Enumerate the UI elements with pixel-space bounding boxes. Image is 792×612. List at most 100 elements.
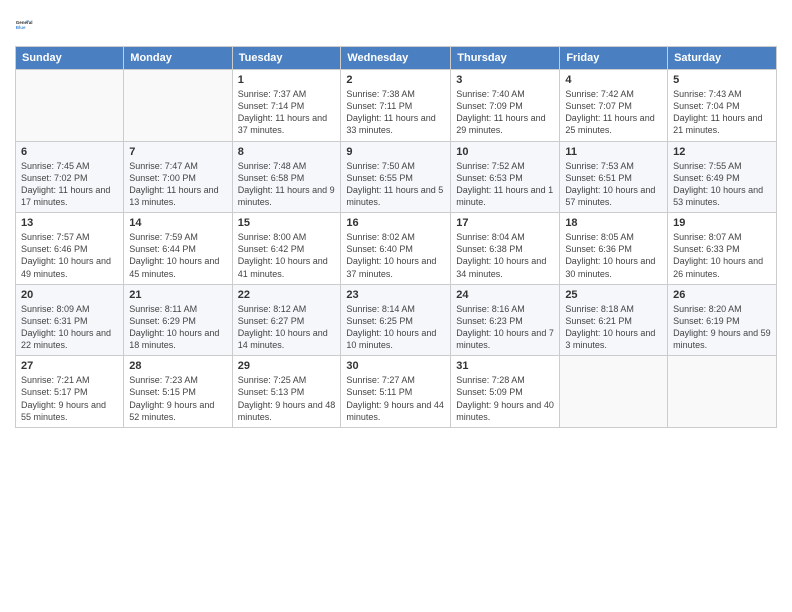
day-info: Sunrise: 7:42 AMSunset: 7:07 PMDaylight:… <box>565 88 662 137</box>
col-header-monday: Monday <box>124 47 232 70</box>
header: General Blue <box>15 10 777 38</box>
day-cell: 20 Sunrise: 8:09 AMSunset: 6:31 PMDayligh… <box>16 284 124 356</box>
day-cell: 30 Sunrise: 7:27 AMSunset: 5:11 PMDayligh… <box>341 356 451 428</box>
day-cell: 10Sunrise: 7:52 AMSunset: 6:53 PMDayligh… <box>451 141 560 213</box>
day-number: 5 <box>673 74 771 86</box>
day-info: Sunrise: 8:12 AMSunset: 6:27 PMDaylight:… <box>238 303 336 352</box>
day-cell: 16 Sunrise: 8:02 AMSunset: 6:40 PMDayligh… <box>341 213 451 285</box>
day-cell <box>668 356 777 428</box>
day-number: 26 <box>673 289 771 301</box>
col-header-sunday: Sunday <box>16 47 124 70</box>
day-info: Sunrise: 8:18 AMSunset: 6:21 PMDaylight:… <box>565 303 662 352</box>
day-cell: 15 Sunrise: 8:00 AMSunset: 6:42 PMDayligh… <box>232 213 341 285</box>
day-number: 14 <box>129 217 226 229</box>
day-number: 25 <box>565 289 662 301</box>
day-number: 11 <box>565 146 662 158</box>
day-number: 23 <box>346 289 445 301</box>
day-cell: 7 Sunrise: 7:47 AMSunset: 7:00 PMDaylight… <box>124 141 232 213</box>
day-cell: 26Sunrise: 8:20 AMSunset: 6:19 PMDayligh… <box>668 284 777 356</box>
day-info: Sunrise: 7:55 AMSunset: 6:49 PMDaylight:… <box>673 160 771 209</box>
day-cell: 25 Sunrise: 8:18 AMSunset: 6:21 PMDayligh… <box>560 284 668 356</box>
day-number: 27 <box>21 360 118 372</box>
day-info: Sunrise: 7:50 AMSunset: 6:55 PMDaylight:… <box>346 160 445 209</box>
day-cell <box>16 70 124 142</box>
day-number: 2 <box>346 74 445 86</box>
day-cell: 2Sunrise: 7:38 AMSunset: 7:11 PMDaylight… <box>341 70 451 142</box>
col-header-thursday: Thursday <box>451 47 560 70</box>
day-cell: 31Sunrise: 7:28 AMSunset: 5:09 PMDayligh… <box>451 356 560 428</box>
day-info: Sunrise: 7:57 AMSunset: 6:46 PMDaylight:… <box>21 231 118 280</box>
day-info: Sunrise: 8:09 AMSunset: 6:31 PMDaylight:… <box>21 303 118 352</box>
svg-text:Blue: Blue <box>16 25 26 30</box>
col-header-tuesday: Tuesday <box>232 47 341 70</box>
day-number: 18 <box>565 217 662 229</box>
day-info: Sunrise: 7:25 AMSunset: 5:13 PMDaylight:… <box>238 374 336 423</box>
day-cell <box>560 356 668 428</box>
day-cell: 29 Sunrise: 7:25 AMSunset: 5:13 PMDayligh… <box>232 356 341 428</box>
week-row-3: 13 Sunrise: 7:57 AMSunset: 6:46 PMDayligh… <box>16 213 777 285</box>
day-info: Sunrise: 7:28 AMSunset: 5:09 PMDaylight:… <box>456 374 554 423</box>
day-number: 4 <box>565 74 662 86</box>
day-info: Sunrise: 7:37 AMSunset: 7:14 PMDaylight:… <box>238 88 336 137</box>
day-info: Sunrise: 7:48 AMSunset: 6:58 PMDaylight:… <box>238 160 336 209</box>
day-cell: 14 Sunrise: 7:59 AMSunset: 6:44 PMDayligh… <box>124 213 232 285</box>
day-cell: 4 Sunrise: 7:42 AMSunset: 7:07 PMDaylight… <box>560 70 668 142</box>
day-info: Sunrise: 7:21 AMSunset: 5:17 PMDaylight:… <box>21 374 118 423</box>
day-cell: 3 Sunrise: 7:40 AMSunset: 7:09 PMDaylight… <box>451 70 560 142</box>
day-cell: 11 Sunrise: 7:53 AMSunset: 6:51 PMDayligh… <box>560 141 668 213</box>
day-info: Sunrise: 8:11 AMSunset: 6:29 PMDaylight:… <box>129 303 226 352</box>
day-cell: 9 Sunrise: 7:50 AMSunset: 6:55 PMDaylight… <box>341 141 451 213</box>
day-number: 1 <box>238 74 336 86</box>
day-cell: 6 Sunrise: 7:45 AMSunset: 7:02 PMDaylight… <box>16 141 124 213</box>
day-number: 13 <box>21 217 118 229</box>
day-number: 28 <box>129 360 226 372</box>
col-header-saturday: Saturday <box>668 47 777 70</box>
day-number: 21 <box>129 289 226 301</box>
day-cell: 21 Sunrise: 8:11 AMSunset: 6:29 PMDayligh… <box>124 284 232 356</box>
day-cell: 13 Sunrise: 7:57 AMSunset: 6:46 PMDayligh… <box>16 213 124 285</box>
day-info: Sunrise: 7:45 AMSunset: 7:02 PMDaylight:… <box>21 160 118 209</box>
day-cell: 23Sunrise: 8:14 AMSunset: 6:25 PMDayligh… <box>341 284 451 356</box>
day-number: 15 <box>238 217 336 229</box>
day-cell: 8 Sunrise: 7:48 AMSunset: 6:58 PMDaylight… <box>232 141 341 213</box>
day-info: Sunrise: 7:23 AMSunset: 5:15 PMDaylight:… <box>129 374 226 423</box>
day-info: Sunrise: 7:40 AMSunset: 7:09 PMDaylight:… <box>456 88 554 137</box>
day-info: Sunrise: 8:02 AMSunset: 6:40 PMDaylight:… <box>346 231 445 280</box>
day-cell: 28 Sunrise: 7:23 AMSunset: 5:15 PMDayligh… <box>124 356 232 428</box>
day-number: 22 <box>238 289 336 301</box>
week-row-1: 1 Sunrise: 7:37 AMSunset: 7:14 PMDaylight… <box>16 70 777 142</box>
day-number: 30 <box>346 360 445 372</box>
svg-text:General: General <box>16 20 33 25</box>
week-row-2: 6 Sunrise: 7:45 AMSunset: 7:02 PMDaylight… <box>16 141 777 213</box>
col-header-friday: Friday <box>560 47 668 70</box>
day-number: 19 <box>673 217 771 229</box>
day-info: Sunrise: 8:16 AMSunset: 6:23 PMDaylight:… <box>456 303 554 352</box>
day-number: 9 <box>346 146 445 158</box>
day-info: Sunrise: 7:27 AMSunset: 5:11 PMDaylight:… <box>346 374 445 423</box>
day-info: Sunrise: 8:00 AMSunset: 6:42 PMDaylight:… <box>238 231 336 280</box>
day-info: Sunrise: 7:43 AMSunset: 7:04 PMDaylight:… <box>673 88 771 137</box>
logo: General Blue <box>15 10 43 38</box>
day-number: 29 <box>238 360 336 372</box>
day-number: 8 <box>238 146 336 158</box>
day-cell: 12 Sunrise: 7:55 AMSunset: 6:49 PMDayligh… <box>668 141 777 213</box>
day-cell: 1 Sunrise: 7:37 AMSunset: 7:14 PMDaylight… <box>232 70 341 142</box>
day-number: 24 <box>456 289 554 301</box>
day-info: Sunrise: 7:47 AMSunset: 7:00 PMDaylight:… <box>129 160 226 209</box>
day-number: 6 <box>21 146 118 158</box>
day-cell: 17Sunrise: 8:04 AMSunset: 6:38 PMDayligh… <box>451 213 560 285</box>
day-number: 16 <box>346 217 445 229</box>
day-cell: 5 Sunrise: 7:43 AMSunset: 7:04 PMDaylight… <box>668 70 777 142</box>
day-cell: 24 Sunrise: 8:16 AMSunset: 6:23 PMDayligh… <box>451 284 560 356</box>
day-info: Sunrise: 8:04 AMSunset: 6:38 PMDaylight:… <box>456 231 554 280</box>
logo-icon: General Blue <box>15 10 43 38</box>
day-number: 12 <box>673 146 771 158</box>
day-number: 20 <box>21 289 118 301</box>
day-number: 10 <box>456 146 554 158</box>
day-info: Sunrise: 7:59 AMSunset: 6:44 PMDaylight:… <box>129 231 226 280</box>
day-number: 7 <box>129 146 226 158</box>
day-cell: 19Sunrise: 8:07 AMSunset: 6:33 PMDayligh… <box>668 213 777 285</box>
day-number: 3 <box>456 74 554 86</box>
day-info: Sunrise: 7:53 AMSunset: 6:51 PMDaylight:… <box>565 160 662 209</box>
page: General Blue SundayMondayTuesdayWednesda… <box>0 0 792 612</box>
